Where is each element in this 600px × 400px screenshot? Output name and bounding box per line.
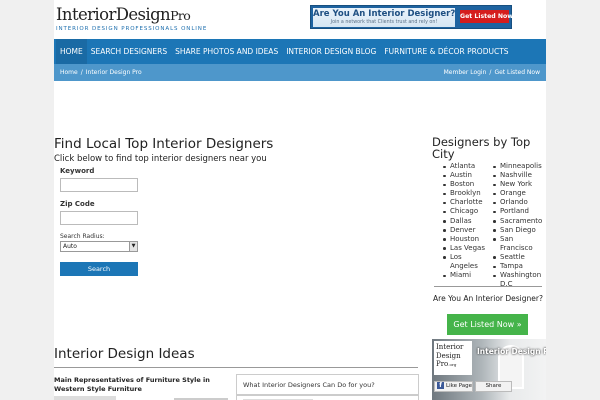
city-link[interactable]: Orlando <box>493 198 545 207</box>
fb-logo-line-1: Interior <box>436 343 464 351</box>
logo-word-design: Design <box>115 5 171 24</box>
finder-subtitle: Click below to find top interior designe… <box>54 154 267 164</box>
city-link[interactable]: Austin <box>443 171 485 180</box>
search-radius-select[interactable]: Auto ▼ <box>60 241 138 252</box>
nav-home[interactable]: HOME <box>56 39 87 64</box>
city-link[interactable]: Portland <box>493 207 545 216</box>
zip-code-label: Zip Code <box>60 200 95 208</box>
page: InteriorDesignPro INTERIOR DESIGN PROFES… <box>54 0 546 400</box>
logo-wordmark: InteriorDesignPro <box>56 6 207 25</box>
finder-title: Find Local Top Interior Designers <box>54 136 274 152</box>
top-cta-subtitle: Join a network that Clients trust and re… <box>330 20 438 25</box>
like-label: Like Page <box>446 383 473 389</box>
city-link[interactable]: New York <box>493 180 545 189</box>
city-link[interactable]: Houston <box>443 235 485 244</box>
city-link[interactable]: Nashville <box>493 171 545 180</box>
breadcrumb-separator: / <box>80 69 83 76</box>
search-radius-label: Search Radius: <box>60 233 105 240</box>
facebook-icon: f <box>437 382 444 389</box>
city-link[interactable]: San Francisco <box>493 235 545 253</box>
sidebar-get-listed-button[interactable]: Get Listed Now » <box>447 314 528 335</box>
designer-search-form: Keyword Zip Code Search Radius: Auto ▼ S… <box>60 167 140 276</box>
question-link[interactable]: What Interior Designers Can Do for you? <box>243 381 375 389</box>
fb-logo-line-2: Design <box>436 351 461 360</box>
city-link[interactable]: Charlotte <box>443 198 485 207</box>
city-link[interactable]: Las Vegas <box>443 244 485 253</box>
top-city-title: Designers by Top City <box>432 135 531 161</box>
article-title-link[interactable]: Main Representatives of Furniture Style … <box>54 376 232 394</box>
city-list-column-2: Minneapolis Nashville New York Orange Orland… <box>493 162 545 289</box>
breadcrumb: Home / Interior Design Pro <box>60 64 142 81</box>
facebook-share-button[interactable]: Share <box>475 381 512 392</box>
search-radius-value: Auto <box>63 243 77 250</box>
dropdown-arrow-icon: ▼ <box>129 242 137 251</box>
city-link[interactable]: Dallas <box>443 217 485 226</box>
article-snippet <box>54 396 116 400</box>
facebook-page-name[interactable]: Interior Design Pro <box>477 347 546 356</box>
get-listed-link[interactable]: Get Listed Now <box>494 69 540 76</box>
keyword-label: Keyword <box>60 167 95 175</box>
city-link[interactable]: Tampa <box>493 262 545 271</box>
city-link[interactable]: Los Angeles <box>443 253 485 271</box>
search-button[interactable]: Search <box>60 262 138 276</box>
get-listed-button[interactable]: Get Listed Now! <box>460 10 516 23</box>
nav-blog[interactable]: INTERIOR DESIGN BLOG <box>282 39 380 64</box>
keyword-input[interactable] <box>60 178 138 192</box>
logo-word-pro: Pro <box>170 8 191 23</box>
breadcrumb-current[interactable]: Interior Design Pro <box>86 69 142 76</box>
city-list-column-1: Atlanta Austin Boston Brooklyn Charlotte Chic… <box>443 162 485 280</box>
city-link[interactable]: Seattle <box>493 253 545 262</box>
site-logo[interactable]: InteriorDesignPro INTERIOR DESIGN PROFES… <box>56 6 208 33</box>
facebook-page-logo: Interior Design Pro.org <box>434 341 472 375</box>
ideas-title: Interior Design Ideas <box>54 346 195 362</box>
nav-search-designers[interactable]: SEARCH DESIGNERS <box>87 39 171 64</box>
top-cta-text-panel: Are You An Interior Designer? Join a net… <box>313 8 455 27</box>
zip-code-input[interactable] <box>60 211 138 225</box>
city-link[interactable]: Chicago <box>443 207 485 216</box>
sidebar-cta-title: Are You An Interior Designer? <box>433 294 543 303</box>
city-link[interactable]: Brooklyn <box>443 189 485 198</box>
sidebar-divider <box>434 286 542 287</box>
facebook-page-widget[interactable]: Interior Design Pro.org Interior Design … <box>432 339 546 400</box>
main-nav: HOME SEARCH DESIGNERS SHARE PHOTOS AND I… <box>54 39 546 64</box>
city-link[interactable]: Minneapolis <box>493 162 545 171</box>
nav-furniture-products[interactable]: FURNITURE & DÉCOR PRODUCTS <box>380 39 512 64</box>
member-login-link[interactable]: Member Login <box>444 69 487 76</box>
fb-logo-line-3: Pro <box>436 360 449 368</box>
breadcrumb-home-link[interactable]: Home <box>60 69 78 76</box>
top-cta-title: Are You An Interior Designer? <box>313 9 456 19</box>
city-link[interactable]: Atlanta <box>443 162 485 171</box>
fb-logo-suffix: .org <box>448 362 457 367</box>
logo-tagline: INTERIOR DESIGN PROFESSIONALS ONLINE <box>56 26 208 32</box>
question-card-2[interactable] <box>236 395 419 400</box>
city-link[interactable]: Denver <box>443 226 485 235</box>
sub-header-bar: Home / Interior Design Pro Member Login / Ge… <box>54 64 546 81</box>
city-link[interactable]: Boston <box>443 180 485 189</box>
top-cta-banner[interactable]: Are You An Interior Designer? Join a net… <box>310 5 516 29</box>
facebook-like-button[interactable]: f Like Page <box>434 381 473 392</box>
city-link[interactable]: Sacramento <box>493 217 545 226</box>
ideas-divider <box>54 367 418 368</box>
city-link[interactable]: Orange <box>493 189 545 198</box>
city-link[interactable]: Miami <box>443 271 485 280</box>
city-link[interactable]: San Diego <box>493 226 545 235</box>
logo-word-interior: Interior <box>56 5 116 24</box>
question-card[interactable]: What Interior Designers Can Do for you? <box>236 374 419 395</box>
user-links: Member Login / Get Listed Now <box>444 64 540 81</box>
nav-share-photos[interactable]: SHARE PHOTOS AND IDEAS <box>171 39 282 64</box>
